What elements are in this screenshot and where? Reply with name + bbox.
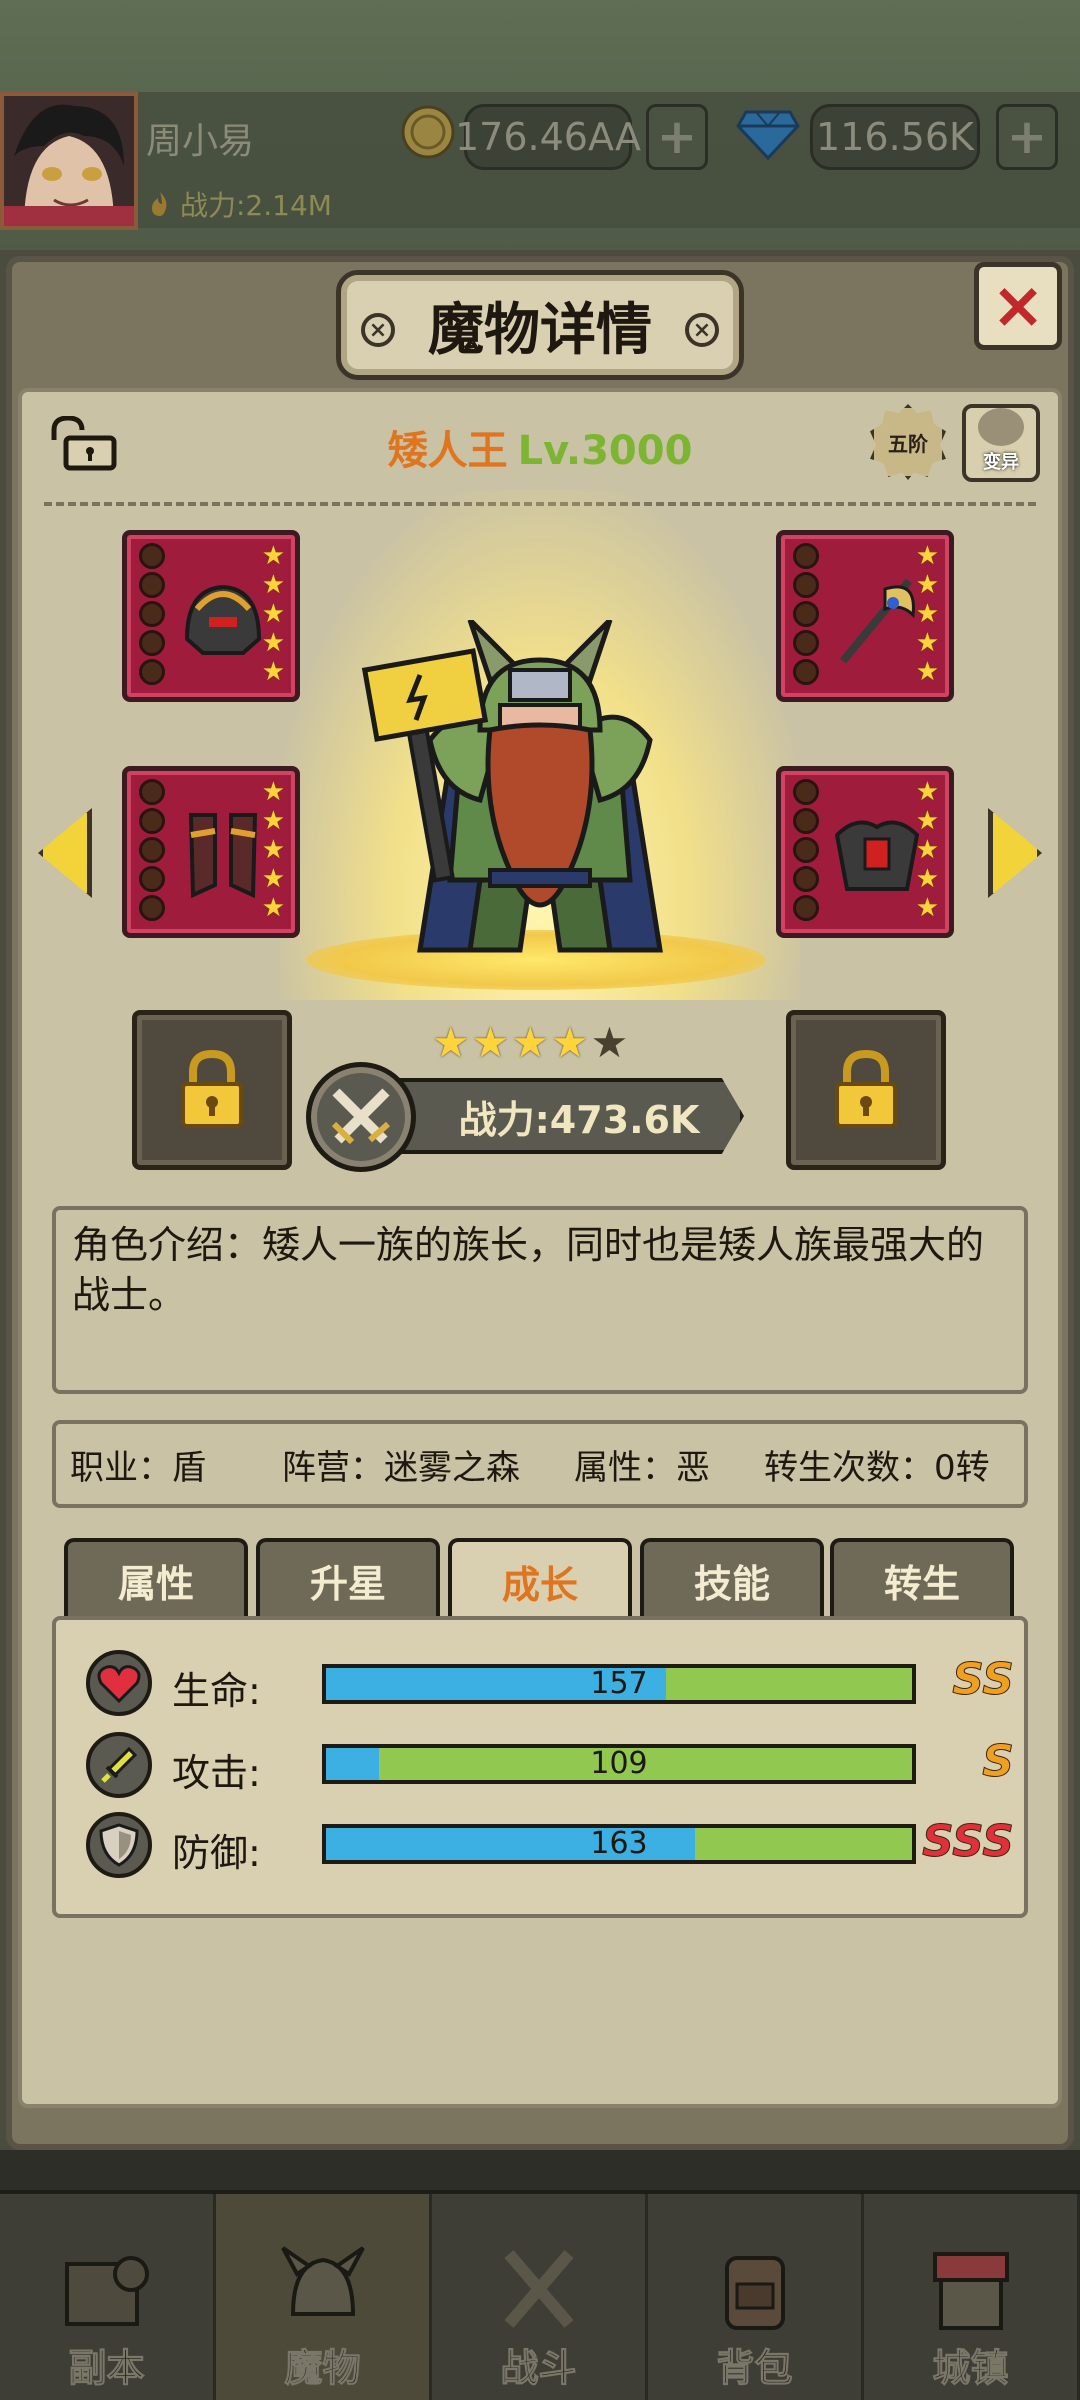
mutate-label: 变异 xyxy=(983,452,1019,473)
monster-attribute: 属性：恶 xyxy=(574,1447,710,1488)
helmet-icon xyxy=(184,584,262,655)
monster-helmet-icon xyxy=(280,2246,365,2316)
avatar-portrait-icon xyxy=(4,96,134,226)
flame-icon xyxy=(152,192,167,216)
stat-bar-hp: 157 xyxy=(322,1664,916,1704)
locked-slot-right[interactable] xyxy=(786,1010,946,1170)
nav-label-battle: 战斗 xyxy=(500,2346,577,2391)
gold-amount: 176.46AA xyxy=(455,104,641,170)
backpack-icon xyxy=(724,2256,785,2330)
bolt-left-icon: × xyxy=(361,313,395,347)
stat-label-hp: 生命: xyxy=(172,1669,261,1713)
skull-face-icon xyxy=(978,408,1024,446)
socket-column xyxy=(793,543,819,685)
nav-label-backpack: 背包 xyxy=(716,2346,793,2391)
nav-label-town: 城镇 xyxy=(932,2346,1009,2391)
avatar[interactable] xyxy=(0,92,138,230)
monster-level: Lv.3000 xyxy=(517,428,693,474)
monster-intro: 角色介绍：矮人一族的族长，同时也是矮人族最强大的战士。 xyxy=(52,1206,1028,1394)
bolt-right-icon: × xyxy=(685,313,719,347)
dialog-title: 魔物详情 xyxy=(428,297,652,363)
crossed-swords-icon xyxy=(331,1088,390,1145)
bottom-nav: 副本 魔物 战斗 背包 城镇 xyxy=(0,2190,1080,2400)
close-button[interactable]: × xyxy=(974,262,1062,350)
nav-battle[interactable]: 战斗 xyxy=(432,2194,648,2400)
shield-icon xyxy=(86,1812,152,1878)
socket-column xyxy=(139,543,165,685)
stat-value-atk: 109 xyxy=(590,1746,648,1781)
stat-value-def: 163 xyxy=(590,1826,648,1861)
equip-slot-helmet[interactable]: ★ ★ ★ ★ ★ xyxy=(122,530,300,702)
player-power: 战力:2.14M xyxy=(146,184,332,224)
locked-slot-left[interactable] xyxy=(132,1010,292,1170)
player-name: 周小易 xyxy=(146,121,255,162)
nav-town[interactable]: 城镇 xyxy=(864,2194,1080,2400)
stat-grade-def: SSS xyxy=(922,1816,1015,1868)
padlock-icon xyxy=(835,1050,897,1128)
town-shop-icon xyxy=(932,2252,1009,2330)
nav-backpack[interactable]: 背包 xyxy=(648,2194,864,2400)
star-filled-icon: ★ xyxy=(511,1018,549,1067)
chest-armor-icon xyxy=(834,820,920,891)
mutate-button[interactable]: 变异 xyxy=(962,404,1040,482)
monster-faction: 阵营：迷雾之森 xyxy=(282,1447,520,1488)
monster-power: 战力:473.6K xyxy=(374,1078,744,1154)
stat-bar-def: 163 xyxy=(322,1824,916,1864)
stat-value-hp: 157 xyxy=(590,1666,648,1701)
boots-icon xyxy=(188,813,258,899)
nav-dungeon[interactable]: 副本 xyxy=(0,2194,216,2400)
axe-staff-icon xyxy=(839,578,915,664)
nav-label-dungeon: 副本 xyxy=(68,2346,145,2391)
stat-bar-atk: 109 xyxy=(322,1744,916,1784)
star-filled-icon: ★ xyxy=(550,1018,589,1067)
swords-icon xyxy=(503,2250,574,2328)
star-empty-icon: ★ xyxy=(590,1018,629,1067)
tab-attributes[interactable]: 属性 xyxy=(64,1538,248,1618)
equip-slot-weapon[interactable]: ★ ★ ★ ★ ★ xyxy=(776,530,954,702)
monster-job: 职业：盾 xyxy=(70,1447,206,1488)
padlock-icon xyxy=(181,1050,243,1128)
title-plate: × 魔物详情 × xyxy=(336,270,744,380)
heart-icon xyxy=(86,1650,152,1716)
monster-rebirth: 转生次数：0转 xyxy=(764,1447,990,1488)
monster-name: 矮人王 xyxy=(387,428,508,474)
crossed-swords-emblem xyxy=(306,1062,416,1172)
star-filled-icon: ★ xyxy=(471,1018,510,1067)
stat-grade-hp: SS xyxy=(952,1654,1015,1706)
tab-growth[interactable]: 成长 xyxy=(448,1538,632,1620)
nav-monster[interactable]: 魔物 xyxy=(216,2194,432,2400)
socket-column xyxy=(139,779,165,921)
map-icon xyxy=(64,2256,149,2326)
gem-amount: 116.56K xyxy=(810,104,980,170)
sword-icon xyxy=(86,1732,152,1798)
nav-label-monster: 魔物 xyxy=(284,2346,361,2391)
equip-slot-armor[interactable]: ★ ★ ★ ★ ★ xyxy=(776,766,954,938)
star-filled-icon: ★ xyxy=(432,1018,470,1067)
gem-add-button[interactable]: + xyxy=(996,104,1058,170)
monster-star-rating: ★ ★ ★ ★ ★ xyxy=(432,1018,628,1067)
equip-slot-boots[interactable]: ★ ★ ★ ★ ★ xyxy=(122,766,300,938)
monster-info-row: 职业：盾 阵营：迷雾之森 属性：恶 转生次数：0转 xyxy=(52,1420,1028,1508)
stat-label-def: 防御: xyxy=(172,1831,261,1875)
tab-star-up[interactable]: 升星 xyxy=(256,1538,440,1618)
stat-grade-atk: S xyxy=(982,1736,1015,1788)
tab-rebirth[interactable]: 转生 xyxy=(830,1538,1014,1618)
player-power-label: 战力:2.14M xyxy=(180,189,332,222)
socket-column xyxy=(793,779,819,921)
gold-add-button[interactable]: + xyxy=(646,104,708,170)
nav-band xyxy=(0,2150,1080,2192)
dwarf-king-sprite xyxy=(361,620,663,953)
stat-label-atk: 攻击: xyxy=(172,1751,261,1795)
diamond-icon xyxy=(736,110,800,160)
tab-skills[interactable]: 技能 xyxy=(640,1538,824,1618)
gold-coin-icon xyxy=(401,105,455,159)
